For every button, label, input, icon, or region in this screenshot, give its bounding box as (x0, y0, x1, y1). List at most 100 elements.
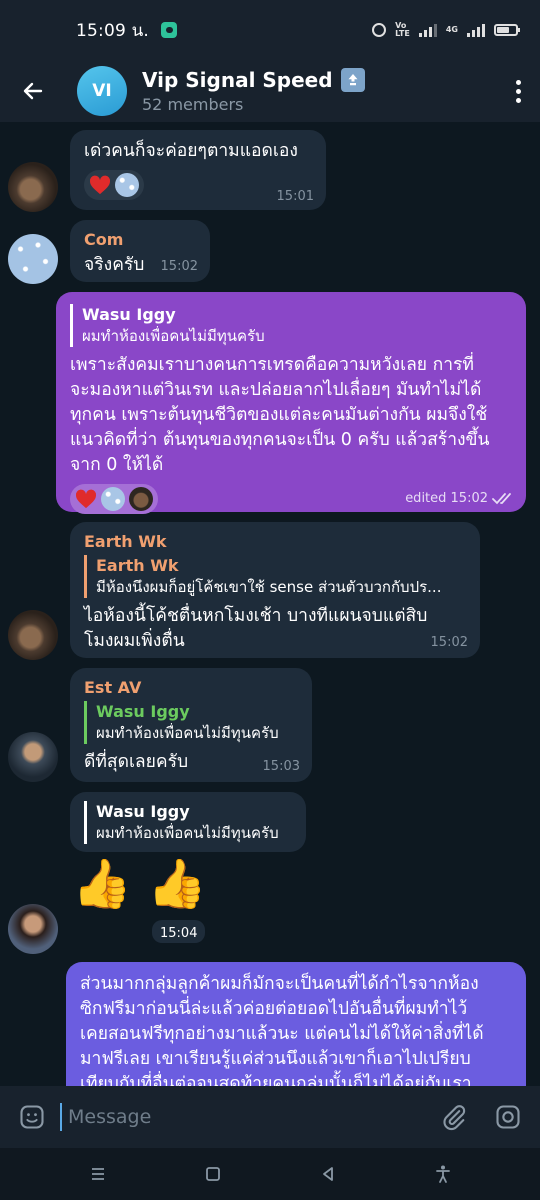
reply-bubble[interactable]: Wasu Iggy ผมทำห้องเพื่อคนไม่มีทุนครับ (70, 792, 306, 852)
up-arrow-emoji-icon (340, 68, 365, 92)
more-menu-button[interactable] (496, 60, 540, 122)
message-bubble-outgoing[interactable]: ส่วนมากกลุ่มลูกค้าผมก็มักจะเป็นคนที่ได้ก… (66, 962, 526, 1086)
reply-preview[interactable]: Earth Wk มีห้องนึงผมก็อยู่โค้ชเขาใช้ sen… (84, 555, 466, 598)
sticker-time-pill: 15:04 (152, 920, 206, 943)
back-triangle-icon (322, 1167, 333, 1181)
message-meta: edited 15:02 (405, 491, 514, 506)
battery-icon (494, 24, 520, 36)
reply-preview[interactable]: Wasu Iggy ผมทำห้องเพื่อคนไม่มีทุนครับ (70, 304, 512, 347)
sender-avatar[interactable] (8, 610, 58, 660)
member-count: 52 members (142, 95, 244, 114)
nav-back-button[interactable] (308, 1154, 348, 1194)
reply-text: ผมทำห้องเพื่อคนไม่มีทุนครับ (82, 327, 265, 345)
message-time: 15:03 (262, 759, 300, 774)
network-4g: 4G (445, 25, 458, 34)
reactor-avatar (101, 487, 125, 511)
chat-notification-icon (161, 22, 178, 38)
nav-recents-button[interactable] (78, 1154, 118, 1194)
accessibility-button[interactable] (423, 1154, 463, 1194)
message-time: 15:04 (160, 926, 198, 941)
message-time: edited 15:02 (405, 491, 488, 506)
back-arrow-icon (23, 82, 43, 100)
reply-sender: Wasu Iggy (82, 305, 176, 324)
message-list[interactable]: เด่วคนก็จะค่อยๆตามแอดเอง 15:01 Com จริงค… (0, 122, 540, 1086)
message-text: เพราะสังคมเราบางคนการเทรดคือความหวังเลย … (70, 353, 512, 478)
status-bar: 15:09 น. Vo LTE 4G (0, 0, 540, 60)
message-text: ส่วนมากกลุ่มลูกค้าผมก็มักจะเป็นคนที่ได้ก… (80, 972, 512, 1086)
reply-sender: Wasu Iggy (96, 702, 190, 721)
reply-preview[interactable]: Wasu Iggy ผมทำห้องเพื่อคนไม่มีทุนครับ (84, 801, 292, 844)
sender-avatar[interactable] (8, 162, 58, 212)
message-line: ซิกฟรีมาก่อนนี่ล่ะแล้วค่อยต่อยอดไปอันอื่… (80, 999, 468, 1019)
heart-icon (75, 489, 97, 509)
signal-icon-2 (467, 23, 485, 37)
message-line: จาก 0 ให้ได้ (70, 455, 164, 475)
message-line: ทุกคน เพราะต้นทุนชีวิตของแต่ละคนมันต่างก… (70, 405, 488, 425)
signal-icon-1 (418, 23, 437, 37)
chat-title: Vip Signal Speed (142, 68, 333, 92)
camera-button[interactable] (488, 1097, 528, 1137)
message-line: เพราะสังคมเราบางคนการเทรดคือความหวังเลย … (70, 355, 474, 375)
message-line: แนวคิดที่ว่า ต้นทุนของทุกคนจะเป็น 0 ครับ… (70, 430, 490, 450)
sender-avatar[interactable] (8, 732, 58, 782)
sender-name[interactable]: Earth Wk (84, 531, 466, 553)
chat-info[interactable]: Vip Signal Speed 52 members (142, 68, 496, 114)
attach-button[interactable] (434, 1097, 474, 1137)
reply-preview[interactable]: Wasu Iggy ผมทำห้องเพื่อคนไม่มีทุนครับ (84, 701, 298, 744)
sender-avatar[interactable] (8, 904, 58, 954)
message-line: จะมองหาแต่วินเรท และปล่อยลากไปเลื่อยๆ มั… (70, 380, 482, 400)
volte-lte: LTE (395, 29, 410, 38)
chat-header: VI Vip Signal Speed 52 members (0, 60, 540, 122)
camera-icon (496, 1105, 520, 1129)
reactor-avatar (115, 173, 139, 197)
system-nav-bar (0, 1148, 540, 1200)
paperclip-icon (443, 1105, 466, 1131)
dot-icon (515, 79, 521, 85)
message-bubble[interactable]: Earth Wk Earth Wk มีห้องนึงผมก็อยู่โค้ชเ… (70, 522, 480, 658)
message-bubble[interactable]: Com จริงครับ 15:02 (70, 220, 210, 282)
message-text: ไอห้องนี้โค้ชตื่นหกโมงเช้า บางทีแผนจบแต่… (84, 604, 466, 654)
sender-avatar[interactable] (8, 234, 58, 284)
status-icons: Vo LTE 4G (372, 22, 520, 38)
back-button[interactable] (0, 60, 66, 122)
reactor-avatar (129, 487, 153, 511)
message-input[interactable] (60, 1103, 434, 1131)
reply-sender: Earth Wk (96, 556, 179, 575)
message-line: มาฟรีเลย เขาเรียนรู้แค่ส่วนนึงแล้วเขาก็เ… (80, 1049, 471, 1069)
message-line: ไอห้องนี้โค้ชตื่นหกโมงเช้า บางทีแผนจบแต่… (84, 606, 428, 626)
alarm-icon (372, 23, 387, 37)
message-line: เทียบกับที่อื่นต่อจนสุดท้ายคนกลุ่มนั้นก็… (80, 1074, 472, 1086)
status-time: 15:09 น. (76, 20, 150, 41)
message-line: ส่วนมากกลุ่มลูกค้าผมก็มักจะเป็นคนที่ได้ก… (80, 974, 479, 994)
dot-icon (515, 97, 521, 103)
accessibility-icon (435, 1165, 450, 1183)
sticker-icon (20, 1105, 44, 1129)
reply-text: ผมทำห้องเพื่อคนไม่มีทุนครับ (96, 824, 279, 842)
sender-name[interactable]: Est AV (84, 677, 298, 699)
menu-lines-icon (91, 1168, 104, 1180)
thumbs-up-sticker[interactable]: 👍 👍 (72, 856, 207, 912)
double-check-icon (492, 492, 511, 504)
message-time: 15:01 (276, 189, 314, 204)
sender-name[interactable]: Com (84, 229, 196, 251)
heart-icon (89, 175, 111, 195)
message-text: เด่วคนก็จะค่อยๆตามแอดเอง (84, 141, 298, 161)
message-bubble-outgoing[interactable]: Wasu Iggy ผมทำห้องเพื่อคนไม่มีทุนครับ เพ… (56, 292, 526, 514)
message-time: 15:02 (430, 635, 468, 650)
group-avatar[interactable]: VI (77, 66, 127, 116)
message-line: โมงผมเพิ่งตื่น (84, 631, 185, 651)
reply-text: ผมทำห้องเพื่อคนไม่มีทุนครับ (96, 724, 279, 742)
reply-text: มีห้องนึงผมก็อยู่โค้ชเขาใช้ sense ส่วนตั… (96, 578, 442, 596)
message-bubble[interactable]: เด่วคนก็จะค่อยๆตามแอดเอง 15:01 (70, 130, 326, 210)
volte-indicator: Vo LTE (395, 22, 410, 38)
sticker-button[interactable] (12, 1097, 52, 1137)
reaction-pill[interactable] (70, 484, 158, 514)
composer (0, 1086, 540, 1148)
dot-icon (515, 88, 521, 94)
message-bubble[interactable]: Est AV Wasu Iggy ผมทำห้องเพื่อคนไม่มีทุน… (70, 668, 312, 782)
reply-sender: Wasu Iggy (96, 802, 190, 821)
home-square-icon (205, 1167, 220, 1181)
nav-home-button[interactable] (193, 1154, 233, 1194)
reaction-pill[interactable] (84, 170, 144, 200)
message-time: 15:02 (160, 259, 198, 274)
